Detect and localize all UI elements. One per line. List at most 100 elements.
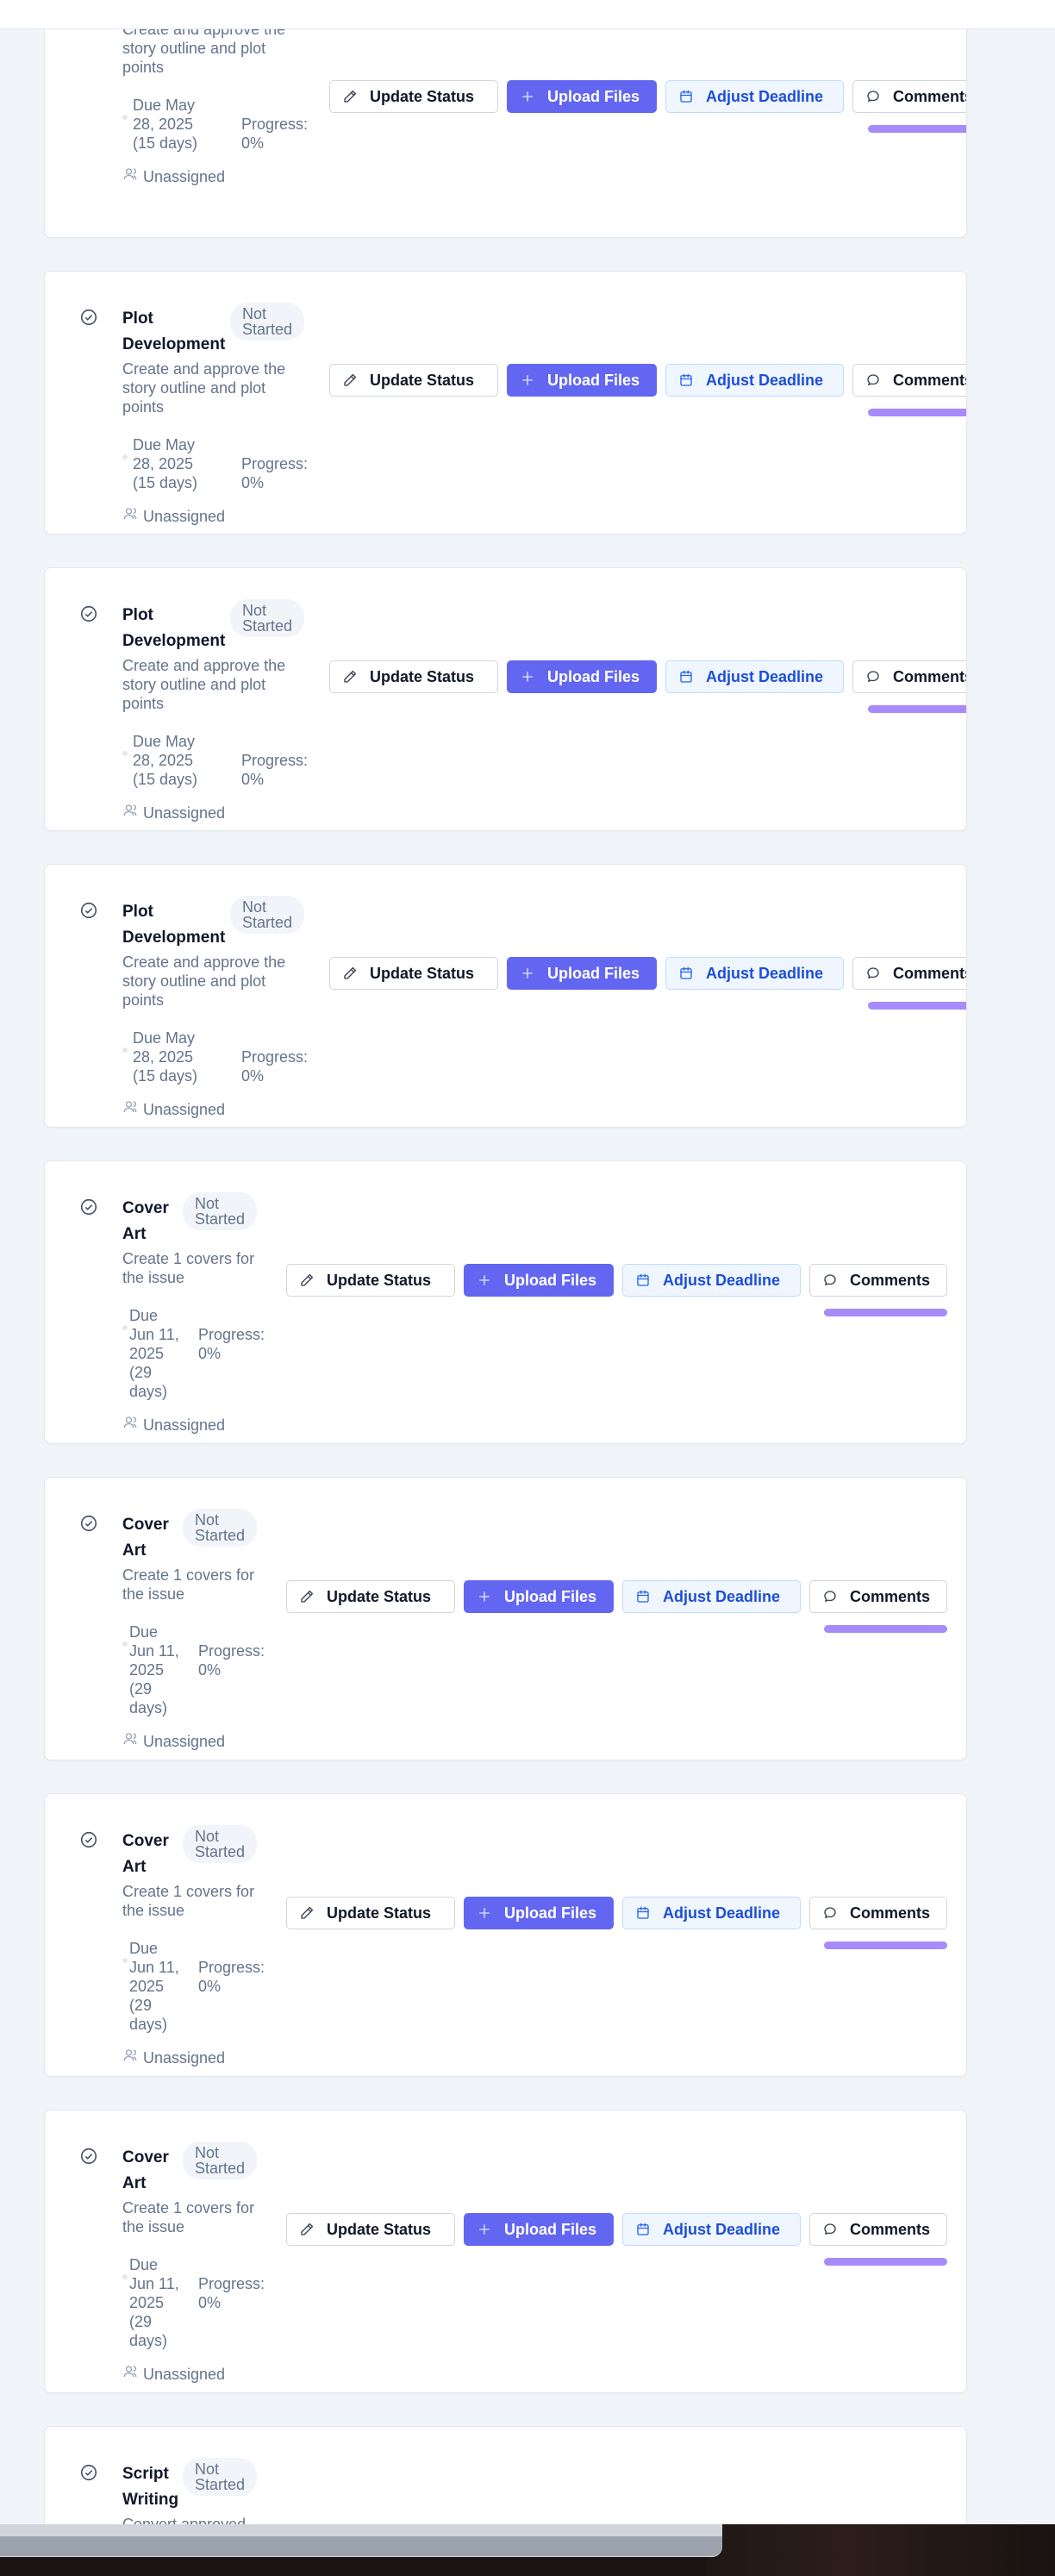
upload-files-button[interactable]: Upload Files xyxy=(507,80,657,113)
status-badge: Not Started xyxy=(183,1509,258,1547)
status-badge-line: Started xyxy=(195,2160,246,2177)
update-status-button[interactable]: Update Status xyxy=(329,364,498,397)
adjust-deadline-button[interactable]: Adjust Deadline xyxy=(622,2213,801,2246)
comments-button[interactable]: Comments xyxy=(852,660,967,693)
assignee[interactable]: Unassigned xyxy=(122,1099,225,1119)
adjust-deadline-button[interactable]: Adjust Deadline xyxy=(665,957,844,990)
calendar-icon xyxy=(678,372,706,388)
due-date-dot-icon xyxy=(122,2274,128,2279)
assignee-label: Unassigned xyxy=(143,507,226,525)
upload-files-button[interactable]: Upload Files xyxy=(464,1264,614,1297)
progress-label-line: 0% xyxy=(241,771,265,788)
assignee[interactable]: Unassigned xyxy=(122,1415,225,1435)
comments-label: Comments xyxy=(850,1271,931,1289)
task-description: Create 1 covers for the issue xyxy=(122,2198,254,2236)
adjust-deadline-button[interactable]: Adjust Deadline xyxy=(665,660,844,693)
circle-check-icon[interactable] xyxy=(79,2147,98,2166)
upload-files-button[interactable]: Upload Files xyxy=(464,1897,614,1929)
update-status-label: Update Status xyxy=(327,1904,432,1922)
upload-files-button[interactable]: Upload Files xyxy=(464,2213,614,2246)
assignee[interactable]: Unassigned xyxy=(122,2048,225,2067)
due-date-line: 2025 xyxy=(129,1345,165,1362)
task-title-line: Development xyxy=(122,928,226,947)
status-badge-line: Not xyxy=(195,2144,220,2161)
status-badge: Not Started xyxy=(230,303,305,341)
status-badge-line: Started xyxy=(242,321,293,338)
comments-button[interactable]: Comments xyxy=(809,1580,947,1613)
upload-files-label: Upload Files xyxy=(547,667,640,685)
due-date: Due May 28, 2025 (15 days) xyxy=(133,435,197,492)
progress-label: Progress: 0% xyxy=(198,2274,265,2312)
assignee[interactable]: Unassigned xyxy=(122,506,225,526)
status-badge-line: Started xyxy=(195,1210,246,1228)
update-status-label: Update Status xyxy=(370,964,475,982)
circle-check-icon[interactable] xyxy=(79,1830,98,1849)
assignee-label: Unassigned xyxy=(143,2048,226,2066)
comments-button[interactable]: Comments xyxy=(852,80,967,113)
task-title-line: Writing xyxy=(122,2491,179,2509)
assignee-label: Unassigned xyxy=(143,803,226,822)
comments-button[interactable]: Comments xyxy=(809,2213,947,2246)
due-date-line: days) xyxy=(129,2332,168,2349)
due-date-line: 28, 2025 xyxy=(133,752,194,769)
comments-label: Comments xyxy=(893,667,967,685)
comments-button[interactable]: Comments xyxy=(809,1264,947,1297)
circle-check-icon[interactable] xyxy=(79,2463,98,2482)
progress-label: Progress: 0% xyxy=(241,115,308,153)
plus-icon xyxy=(477,1905,504,1921)
circle-check-icon[interactable] xyxy=(79,308,98,327)
update-status-button[interactable]: Update Status xyxy=(286,1897,455,1929)
comments-label: Comments xyxy=(850,1904,931,1922)
circle-check-icon[interactable] xyxy=(79,1197,98,1216)
upload-files-button[interactable]: Upload Files xyxy=(507,957,657,990)
user-icon xyxy=(122,166,138,186)
update-status-button[interactable]: Update Status xyxy=(286,1580,455,1613)
adjust-deadline-label: Adjust Deadline xyxy=(706,667,824,685)
circle-check-icon[interactable] xyxy=(79,604,98,623)
user-icon xyxy=(122,2048,138,2067)
task-description-line: points xyxy=(122,398,165,416)
due-date: Due May 28, 2025 (15 days) xyxy=(133,96,197,153)
task-title-line: Plot xyxy=(122,606,153,624)
task-description-line: points xyxy=(122,695,165,712)
task-description-line: points xyxy=(122,59,165,76)
adjust-deadline-button[interactable]: Adjust Deadline xyxy=(665,80,844,113)
update-status-button[interactable]: Update Status xyxy=(286,2213,455,2246)
task-description-line: Create and approve the xyxy=(122,360,286,378)
due-date-line: Due May xyxy=(133,1029,196,1047)
update-status-label: Update Status xyxy=(327,2220,432,2238)
status-badge-line: Not xyxy=(242,305,267,322)
update-status-button[interactable]: Update Status xyxy=(329,80,498,113)
adjust-deadline-button[interactable]: Adjust Deadline xyxy=(622,1580,801,1613)
upload-files-button[interactable]: Upload Files xyxy=(507,364,657,397)
update-status-button[interactable]: Update Status xyxy=(329,957,498,990)
plus-icon xyxy=(520,89,547,104)
assignee[interactable]: Unassigned xyxy=(122,1731,225,1751)
task-title-line: Art xyxy=(122,1858,147,1876)
update-status-button[interactable]: Update Status xyxy=(286,1264,455,1297)
upload-files-button[interactable]: Upload Files xyxy=(507,660,657,693)
comments-label: Comments xyxy=(893,87,967,105)
assignee-label: Unassigned xyxy=(143,1416,226,1434)
comments-button[interactable]: Comments xyxy=(852,364,966,397)
upload-files-button[interactable]: Upload Files xyxy=(464,1580,614,1613)
due-date-dot-icon xyxy=(122,454,128,460)
due-date-line: 2025 xyxy=(129,1978,165,1995)
status-badge: Not Started xyxy=(183,2141,258,2179)
due-date-line: Due xyxy=(129,1940,159,1957)
adjust-deadline-button[interactable]: Adjust Deadline xyxy=(622,1897,801,1929)
comments-button[interactable]: Comments xyxy=(852,957,966,990)
comments-button[interactable]: Comments xyxy=(809,1897,947,1929)
circle-check-icon[interactable] xyxy=(79,1514,98,1533)
update-status-button[interactable]: Update Status xyxy=(329,660,498,693)
assignee[interactable]: Unassigned xyxy=(122,166,225,186)
upload-files-label: Upload Files xyxy=(547,371,640,389)
adjust-deadline-button[interactable]: Adjust Deadline xyxy=(622,1264,801,1297)
assignee[interactable]: Unassigned xyxy=(122,2364,225,2384)
adjust-deadline-button[interactable]: Adjust Deadline xyxy=(665,364,844,397)
status-badge-line: Not xyxy=(195,1195,220,1212)
user-icon xyxy=(122,803,138,822)
assignee[interactable]: Unassigned xyxy=(122,803,225,822)
circle-check-icon[interactable] xyxy=(79,901,98,920)
due-date-dot-icon xyxy=(122,751,128,756)
